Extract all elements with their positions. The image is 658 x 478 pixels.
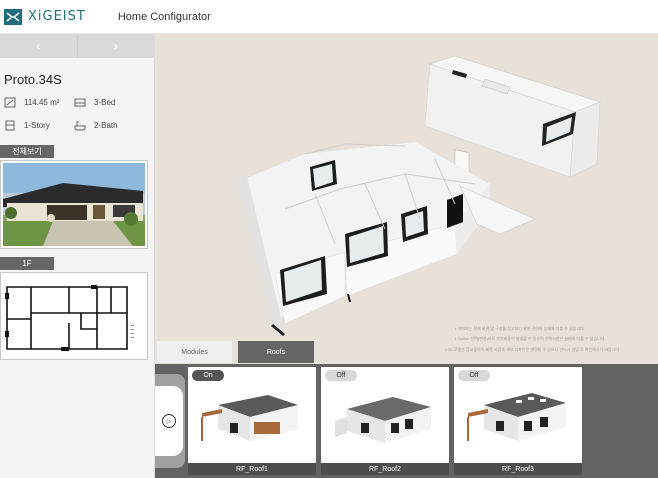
play-icon: ▷ <box>162 414 176 428</box>
play-button[interactable]: ▷ <box>155 386 183 456</box>
brand-logo[interactable]: XiGEIST <box>4 8 86 25</box>
model-navigation: ‹ › <box>0 34 154 58</box>
brand-name: XiGEIST <box>28 9 86 24</box>
bath-icon <box>74 121 86 131</box>
spec-area-label: 114.45 m² <box>24 98 60 107</box>
viewport-note-1: • 이미지는 전체 외관 및 구성을 참고하기 위한 것이며 실제와 다를 수 … <box>455 326 585 331</box>
area-icon <box>4 97 16 108</box>
chevron-right-icon: › <box>113 39 118 53</box>
next-model-button[interactable]: › <box>78 34 155 58</box>
3d-viewport[interactable]: • 이미지는 전체 외관 및 구성을 참고하기 위한 것이며 실제와 다를 수 … <box>155 34 658 364</box>
logo-mark-icon <box>4 8 22 25</box>
model-sidebar: ‹ › Proto.34S 114.45 m² 3-Bed 1-Story 2-… <box>0 34 155 478</box>
floor-section-tab[interactable]: 1F <box>0 257 54 270</box>
model-name: Proto.34S <box>4 72 62 87</box>
roof3-toggle[interactable]: Off <box>458 370 490 381</box>
roof2-preview-image <box>321 367 449 465</box>
roof1-label: RF_Roof1 <box>188 463 316 475</box>
roof2-toggle[interactable]: Off <box>325 370 357 381</box>
chevron-left-icon: ‹ <box>36 39 41 53</box>
bed-icon <box>74 98 86 107</box>
roof2-label: RF_Roof2 <box>321 463 449 475</box>
exterior-thumbnail[interactable] <box>0 160 148 249</box>
roof3-label: RF_Roof3 <box>454 463 582 475</box>
spec-bed-label: 3-Bed <box>94 98 116 107</box>
model-specs: 114.45 m² 3-Bed 1-Story 2-Bath <box>0 87 154 131</box>
viewport-note-3: • 3D 모델은 참고용이며 제품 사양과 세부 디자인은 변경될 수 있으니 … <box>445 347 621 352</box>
house-3d-model <box>237 55 601 336</box>
roof-option-card[interactable]: On RF_Roof1 <box>188 367 316 475</box>
app-header: XiGEIST Home Configurator <box>0 0 658 34</box>
page-title: Home Configurator <box>117 10 211 23</box>
spec-story-label: 1-Story <box>24 121 50 130</box>
exterior-photo <box>3 163 145 246</box>
floor-plan-drawing <box>5 285 134 351</box>
overview-section-tab[interactable]: 전체보기 <box>0 145 54 158</box>
roof3-preview-image <box>454 367 582 465</box>
tab-roofs[interactable]: Roofs <box>238 341 314 363</box>
spec-story: 1-Story <box>4 120 74 131</box>
story-icon <box>5 120 15 131</box>
viewport-note-2: • Option 선택(변경)으로 추가비용이 발생할 수 있으며 선택사항은 … <box>455 336 606 341</box>
roof-options-panel: ▷ On RF_Roof1 Off RF_Roof2 Off RF_Roof3 <box>155 364 658 478</box>
roof1-preview-image <box>188 367 316 465</box>
spec-bed: 3-Bed <box>74 97 134 108</box>
main-module <box>237 142 536 336</box>
roof1-toggle[interactable]: On <box>192 370 224 381</box>
previous-model-button[interactable]: ‹ <box>0 34 78 58</box>
tab-modules[interactable]: Modules <box>157 341 232 363</box>
spec-bath-label: 2-Bath <box>94 121 118 130</box>
spec-bath: 2-Bath <box>74 120 134 131</box>
roof-option-card[interactable]: Off RF_Roof3 <box>454 367 582 475</box>
play-button-frame: ▷ <box>155 374 185 468</box>
roof-option-card[interactable]: Off RF_Roof2 <box>321 367 449 475</box>
floor-plan-thumbnail[interactable] <box>0 272 148 360</box>
spec-area: 114.45 m² <box>4 97 74 108</box>
